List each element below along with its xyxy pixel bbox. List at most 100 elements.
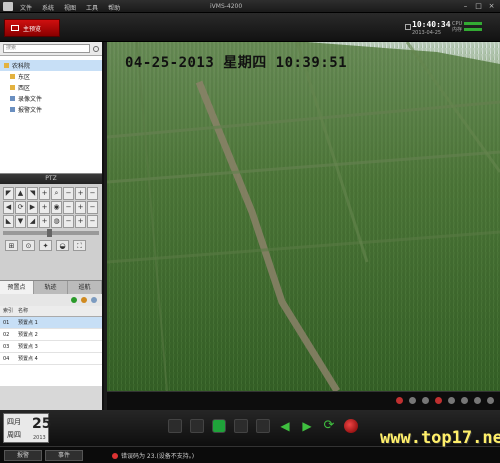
zoom-icon[interactable]: ⌕ [51, 187, 62, 200]
screen-icon[interactable] [405, 24, 411, 30]
ptz-speed-slider[interactable] [3, 229, 99, 237]
eye-icon[interactable]: ◒ [56, 240, 69, 251]
ptz-toggle-icon[interactable] [448, 397, 455, 404]
preset-table-header: 索引 名称 [0, 306, 102, 317]
record-icon[interactable] [396, 397, 403, 404]
previous-page-button[interactable]: ◀ [278, 419, 292, 433]
settings-icon[interactable] [474, 397, 481, 404]
focus-far-button[interactable]: − [63, 201, 74, 214]
ptz-auto-button[interactable]: ⟳ [15, 201, 26, 214]
video-view[interactable]: 04-25-2013 星期四 10:39:51 [107, 42, 500, 391]
stop-all-button[interactable] [212, 419, 226, 433]
slider-handle[interactable] [47, 229, 52, 237]
maximize-icon[interactable]: □ [474, 2, 483, 10]
zoom-icon[interactable] [461, 397, 468, 404]
search-row: 搜索 [0, 42, 102, 56]
ptz-down-left-button[interactable]: ◣ [3, 215, 14, 228]
preset-row[interactable]: 04 预置点 4 [0, 353, 102, 365]
layout-button[interactable] [190, 419, 204, 433]
search-input[interactable]: 搜索 [3, 44, 91, 53]
tab-presets[interactable]: 预置点 [0, 281, 34, 294]
menu-bar: 文件 系统 视图 工具 帮助 [20, 3, 120, 12]
preset-row[interactable]: 02 预置点 2 [0, 329, 102, 341]
preset-table: 索引 名称 01 预置点 1 02 预置点 2 03 预置点 3 04 预置点 … [0, 306, 102, 386]
audio-icon[interactable] [422, 397, 429, 404]
ptz-up-button[interactable]: ▲ [15, 187, 26, 200]
status-bar: 报警 事件 错误码为 23.(设备不支持。) [0, 446, 500, 463]
app-title: iVMS-4200 [210, 3, 243, 10]
zoom-in-button[interactable]: + [39, 187, 50, 200]
speed-down-button[interactable]: − [87, 187, 98, 200]
ptz-right-button[interactable]: ▶ [27, 201, 38, 214]
zoom-out-button[interactable]: − [63, 187, 74, 200]
tab-patrols[interactable]: 巡航 [68, 281, 102, 294]
memory-label: 内存 [452, 27, 463, 33]
refresh-button[interactable]: ⟳ [322, 419, 336, 433]
menu-tools[interactable]: 工具 [86, 3, 98, 12]
ptz-up-right-button[interactable]: ◥ [27, 187, 38, 200]
speed-up-button[interactable]: + [75, 187, 86, 200]
alarm-icon[interactable] [435, 397, 442, 404]
title-bar: 文件 系统 视图 工具 帮助 iVMS-4200 – □ × [0, 0, 500, 13]
record-all-button[interactable] [256, 419, 270, 433]
lamp-icon[interactable]: ✦ [39, 240, 52, 251]
fullscreen-button[interactable] [168, 419, 182, 433]
edit-preset-icon[interactable] [81, 297, 87, 303]
search-icon[interactable] [93, 45, 99, 52]
iris-icon[interactable]: ◍ [51, 215, 62, 228]
iris-minus-button[interactable]: − [63, 215, 74, 228]
tree-item-east[interactable]: 东区 [0, 71, 102, 82]
preset-name: 预置点 4 [18, 356, 38, 362]
calendar-day: 25 [32, 416, 52, 432]
snapshot-button[interactable] [234, 419, 248, 433]
preset-index: 03 [3, 344, 10, 350]
focus-icon[interactable]: ◉ [51, 201, 62, 214]
ptz-up-left-button[interactable]: ◤ [3, 187, 14, 200]
main-preview-label: 主预览 [23, 25, 42, 33]
video-control-bar [107, 391, 500, 410]
iris-plus-button[interactable]: + [39, 215, 50, 228]
menu-help[interactable]: 帮助 [108, 3, 120, 12]
target-icon[interactable]: ⊙ [22, 240, 35, 251]
focus-near-button[interactable]: + [39, 201, 50, 214]
tree-item-west[interactable]: 西区 [0, 82, 102, 93]
preset-row[interactable]: 03 预置点 3 [0, 341, 102, 353]
next-page-button[interactable]: ▶ [300, 419, 314, 433]
light-button[interactable]: + [75, 215, 86, 228]
capture-icon[interactable] [409, 397, 416, 404]
fullscreen-icon[interactable]: ⛶ [73, 240, 86, 251]
delete-preset-icon[interactable] [91, 297, 97, 303]
tab-event[interactable]: 事件 [45, 450, 83, 461]
close-view-icon[interactable] [487, 397, 494, 404]
preset-tools [0, 294, 102, 306]
resource-meters: CPU 内存 [452, 21, 483, 33]
call-preset-icon[interactable] [71, 297, 77, 303]
main-preview-tab[interactable]: 主预览 [4, 19, 60, 37]
iris-close-button[interactable]: − [87, 201, 98, 214]
tree-item-alarms[interactable]: 报警文件 [0, 104, 102, 115]
tree-item-label: 西区 [18, 85, 31, 92]
preset-row[interactable]: 01 预置点 1 [0, 317, 102, 329]
iris-open-button[interactable]: + [75, 201, 86, 214]
close-icon[interactable]: × [487, 2, 496, 10]
tree-item-label: 东区 [18, 74, 31, 81]
tree-item-recordings[interactable]: 录像文件 [0, 93, 102, 104]
tab-tracks[interactable]: 轨迹 [34, 281, 68, 294]
grid-icon[interactable]: ⊞ [5, 240, 18, 251]
tree-item-root[interactable]: 农科院 [0, 60, 102, 71]
ptz-down-button[interactable]: ▼ [15, 215, 26, 228]
ptz-left-button[interactable]: ◀ [3, 201, 14, 214]
menu-file[interactable]: 文件 [20, 3, 32, 12]
alarm-output-button[interactable] [344, 419, 358, 433]
ptz-tabs: 预置点 轨迹 巡航 [0, 280, 102, 294]
status-message: 错误码为 23.(设备不支持。) [112, 451, 194, 460]
minimize-icon[interactable]: – [461, 2, 470, 10]
tab-alarm[interactable]: 报警 [4, 450, 42, 461]
ptz-down-right-button[interactable]: ◢ [27, 215, 38, 228]
menu-system[interactable]: 系统 [42, 3, 54, 12]
menu-view[interactable]: 视图 [64, 3, 76, 12]
clock-time: 10:40:34 [412, 20, 451, 29]
video-bar-icons [396, 397, 494, 404]
wiper-button[interactable]: − [87, 215, 98, 228]
app-logo-icon [3, 2, 13, 11]
